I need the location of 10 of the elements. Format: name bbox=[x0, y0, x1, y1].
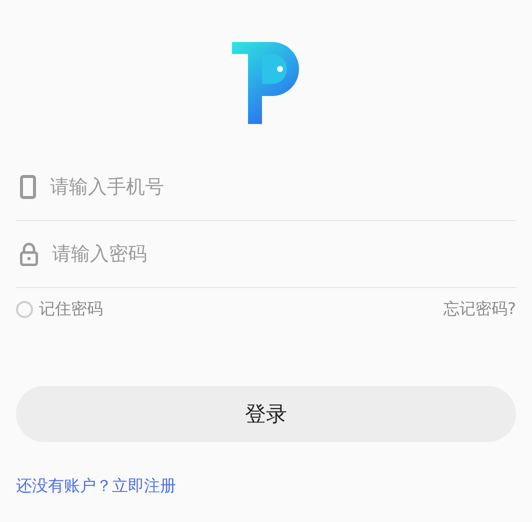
password-field[interactable]: 请输入密码 bbox=[52, 234, 516, 274]
phone-icon bbox=[20, 175, 36, 199]
phone-field[interactable]: 请输入手机号 bbox=[50, 167, 516, 207]
logo-icon bbox=[232, 42, 300, 124]
login-button[interactable]: 登录 bbox=[16, 386, 516, 442]
remember-label: 记住密码 bbox=[39, 299, 103, 320]
register-link[interactable]: 还没有账户？立即注册 bbox=[16, 476, 176, 497]
forgot-password-link[interactable]: 忘记密码? bbox=[444, 299, 516, 320]
lock-icon bbox=[20, 242, 38, 266]
remember-radio[interactable] bbox=[16, 301, 33, 318]
